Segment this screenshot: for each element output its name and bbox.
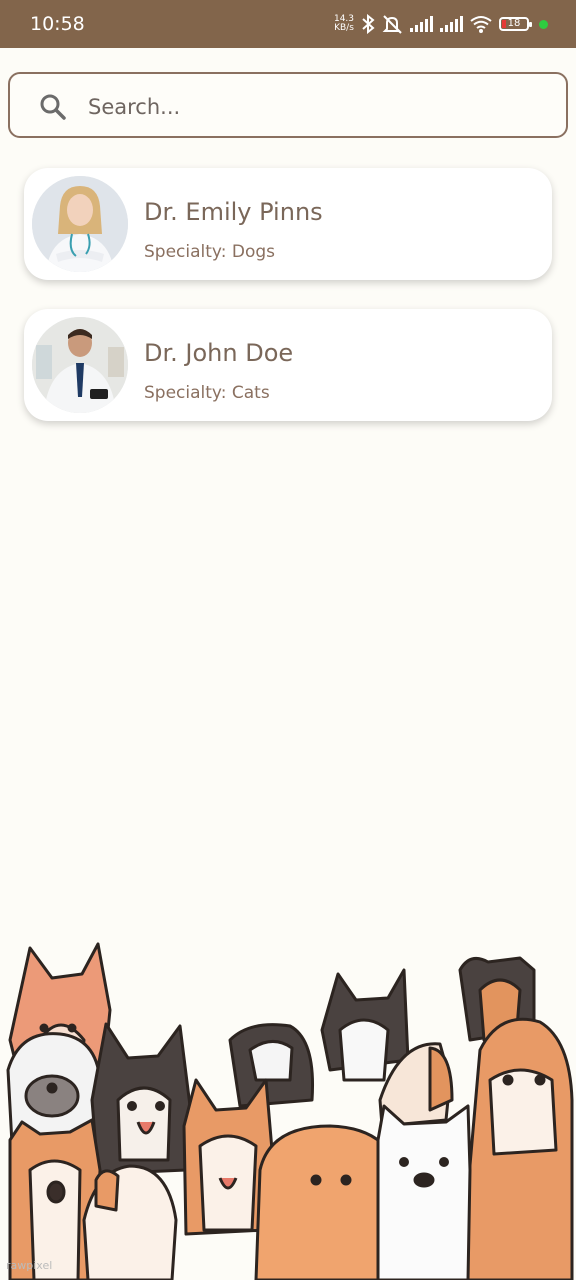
network-speed: 14.3 KB/s xyxy=(333,15,355,33)
wifi-icon xyxy=(470,16,492,33)
doctor-specialty: Specialty: Dogs xyxy=(144,242,276,262)
watermark: rawpixel xyxy=(6,1259,53,1272)
battery-fill xyxy=(502,20,506,28)
network-speed-unit: KB/s xyxy=(334,23,354,33)
doctor-avatar xyxy=(32,317,128,413)
search-icon xyxy=(40,94,66,120)
doctor-photo xyxy=(32,176,128,272)
search-bar[interactable] xyxy=(8,72,568,138)
doctor-card[interactable]: Dr. John Doe Specialty: Cats xyxy=(24,309,552,421)
status-bar: 10:58 14.3 KB/s 18 xyxy=(0,0,576,48)
doctor-avatar xyxy=(32,176,128,272)
signal-icon xyxy=(410,16,433,32)
dogs-illustration xyxy=(6,942,574,1280)
signal-icon xyxy=(440,16,463,32)
status-icons: 14.3 KB/s 18 xyxy=(333,14,548,34)
battery-level: 18 xyxy=(507,18,521,29)
doctor-specialty: Specialty: Cats xyxy=(144,383,270,403)
doctor-card[interactable]: Dr. Emily Pinns Specialty: Dogs xyxy=(24,168,552,280)
doctor-name: Dr. John Doe xyxy=(144,339,294,367)
doctor-name: Dr. Emily Pinns xyxy=(144,198,323,226)
doctor-photo xyxy=(32,317,128,413)
status-time: 10:58 xyxy=(30,13,85,35)
search-input[interactable] xyxy=(86,88,550,126)
privacy-indicator-dot xyxy=(539,19,548,29)
bluetooth-icon xyxy=(362,14,375,34)
battery-icon: 18 xyxy=(499,17,532,31)
mute-icon xyxy=(382,15,402,34)
